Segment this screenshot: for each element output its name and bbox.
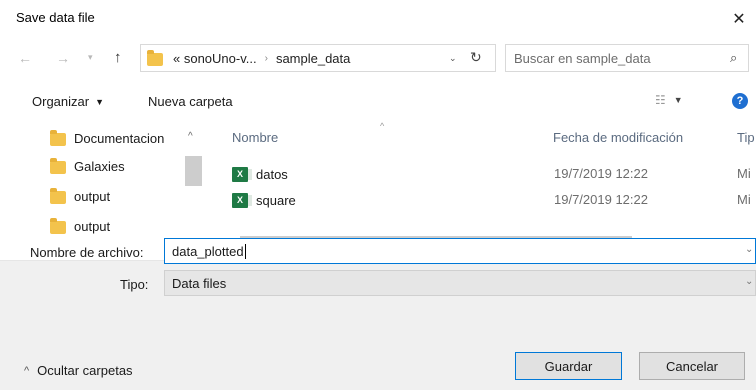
file-type: Mi	[737, 166, 751, 181]
up-folder-icon[interactable]: ↑	[114, 49, 122, 66]
recent-locations-chevron-icon[interactable]: ▾	[88, 52, 93, 63]
excel-file-icon: X	[232, 192, 252, 208]
file-row-square[interactable]: X square	[232, 189, 296, 211]
file-date: 19/7/2019 12:22	[554, 166, 648, 181]
file-type: Mi	[737, 192, 751, 207]
column-header-type[interactable]: Tip	[737, 130, 755, 145]
search-input[interactable]: Buscar en sample_data	[514, 51, 651, 66]
search-box[interactable]: Buscar en sample_data	[505, 44, 749, 72]
close-icon: ✕	[732, 11, 746, 28]
organize-menu[interactable]: Organizar ▼	[32, 94, 104, 109]
sidebar-item-galaxies[interactable]: Galaxies	[50, 155, 125, 177]
search-icon[interactable]: ⌕	[730, 50, 737, 66]
sort-ascending-icon: ^	[380, 121, 385, 131]
folder-icon	[50, 157, 66, 174]
sidebar-item-label: Documentacion	[74, 130, 165, 146]
column-header-modified[interactable]: Fecha de modificación	[553, 130, 683, 145]
cancel-button[interactable]: Cancelar	[639, 352, 745, 380]
text-cursor	[244, 243, 246, 259]
sidebar-item-label: Galaxies	[74, 158, 125, 174]
type-value: Data files	[172, 275, 227, 291]
type-dropdown-icon[interactable]: ⌄	[745, 276, 753, 287]
sidebar-item-label: output	[74, 218, 111, 234]
type-select[interactable]: Data files	[164, 270, 756, 296]
folder-icon	[147, 49, 163, 66]
forward-arrow-icon[interactable]: →	[56, 50, 70, 66]
organize-label: Organizar	[32, 94, 90, 109]
view-options-button[interactable]: ☷ ▼	[655, 93, 683, 107]
file-date: 19/7/2019 12:22	[554, 192, 648, 207]
filename-input[interactable]: data_plotted	[164, 238, 756, 264]
new-folder-button[interactable]: Nueva carpeta	[148, 94, 233, 109]
sidebar-item-output[interactable]: output	[50, 185, 110, 207]
chevron-down-icon: ▼	[95, 96, 104, 107]
filename-dropdown-icon[interactable]: ⌄	[745, 244, 753, 255]
file-name: square	[256, 192, 296, 208]
dialog-title: Save data file	[16, 10, 95, 25]
address-dropdown-icon[interactable]: ⌄	[449, 53, 457, 64]
close-button[interactable]: ✕	[722, 4, 756, 34]
breadcrumb-parent[interactable]: « sonoUno-v...	[173, 51, 257, 66]
column-header-name[interactable]: Nombre	[232, 130, 278, 145]
breadcrumb-separator-icon: ›	[264, 52, 268, 64]
breadcrumb-current[interactable]: sample_data	[276, 51, 350, 66]
scroll-up-icon[interactable]: ^	[188, 131, 193, 142]
address-bar[interactable]: « sonoUno-v... › sample_data	[140, 44, 496, 72]
title-bar	[0, 0, 756, 38]
sidebar-item-documentacion[interactable]: Documentacion	[50, 127, 164, 149]
excel-file-icon: X	[232, 166, 252, 182]
file-row-datos[interactable]: X datos	[232, 163, 288, 185]
help-icon[interactable]: ?	[732, 93, 748, 109]
sidebar-scrollbar-thumb[interactable]	[185, 156, 202, 186]
refresh-icon[interactable]: ↻	[470, 49, 482, 66]
filename-label: Nombre de archivo:	[30, 245, 144, 260]
folder-icon	[50, 217, 66, 234]
folder-icon	[50, 129, 66, 146]
chevron-down-icon: ▼	[673, 95, 683, 105]
sidebar-item-label: output	[74, 188, 111, 204]
sidebar-item-output-2[interactable]: output	[50, 215, 110, 237]
hide-folders-toggle[interactable]: ^ Ocultar carpetas	[24, 363, 133, 378]
folder-icon	[50, 187, 66, 204]
view-list-icon: ☷	[655, 93, 666, 107]
type-label: Tipo:	[120, 277, 149, 292]
back-arrow-icon[interactable]: ←	[18, 50, 32, 66]
filename-value: data_plotted	[172, 243, 244, 259]
hide-folders-label: Ocultar carpetas	[37, 363, 133, 378]
chevron-up-icon: ^	[24, 364, 30, 377]
save-button[interactable]: Guardar	[515, 352, 622, 380]
file-name: datos	[256, 166, 288, 182]
